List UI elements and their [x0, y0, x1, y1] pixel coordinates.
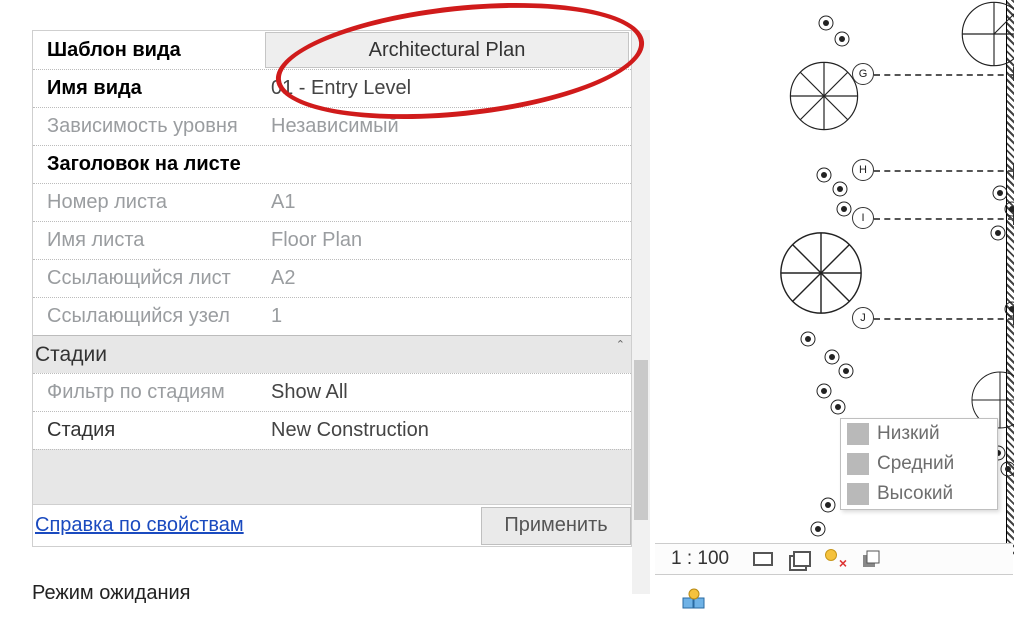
label-phase-filter: Фильтр по стадиям — [33, 381, 263, 404]
shrub-icon — [1004, 200, 1014, 216]
sun-path-off-icon[interactable]: × — [821, 545, 849, 573]
value-dependency: Независимый — [263, 115, 631, 138]
shrub-icon — [1000, 460, 1014, 476]
view-scale[interactable]: 1 : 100 — [655, 548, 745, 570]
label-sheet-name: Имя листа — [33, 229, 263, 252]
row-phase: Стадия New Construction — [33, 411, 631, 449]
row-ref-detail: Ссылающийся узел 1 — [33, 297, 631, 335]
view-control-bar: 1 : 100 × — [655, 543, 1013, 575]
grid-line — [874, 218, 1014, 220]
value-ref-sheet: A2 — [263, 267, 631, 290]
shrub-icon — [992, 184, 1008, 200]
properties-footer: Справка по свойствам Применить — [33, 504, 631, 546]
properties-help-link[interactable]: Справка по свойствам — [33, 514, 244, 537]
value-sheet-name: Floor Plan — [263, 229, 631, 252]
label-title-on-sheet: Заголовок на листе — [33, 153, 263, 176]
tree-icon — [788, 60, 860, 132]
properties-scrollbar[interactable] — [632, 30, 650, 594]
row-sheet-number: Номер листа A1 — [33, 183, 631, 221]
row-phase-filter: Фильтр по стадиям Show All — [33, 373, 631, 411]
grid-bubble[interactable]: I — [852, 207, 874, 229]
swatch-icon — [847, 423, 869, 445]
collapse-icon: ⌃ — [616, 340, 625, 351]
detail-level-coarse[interactable]: Низкий — [841, 419, 997, 449]
value-sheet-number: A1 — [263, 191, 631, 214]
detail-level-popup: Низкий Средний Высокий — [840, 418, 998, 510]
shrub-icon — [838, 362, 854, 378]
worksharing-icon[interactable] — [680, 586, 708, 612]
row-ref-sheet: Ссылающийся лист A2 — [33, 259, 631, 297]
detail-level-fine[interactable]: Высокий — [841, 479, 997, 509]
shrub-icon — [832, 180, 848, 196]
shrub-icon — [820, 496, 836, 512]
detail-level-medium[interactable]: Средний — [841, 449, 997, 479]
apply-button[interactable]: Применить — [481, 507, 631, 545]
detail-level-icon[interactable] — [749, 545, 777, 573]
label-sheet-number: Номер листа — [33, 191, 263, 214]
shrub-icon — [810, 520, 826, 536]
shrub-icon — [836, 200, 852, 216]
properties-panel: Шаблон вида Architectural Plan Имя вида … — [32, 30, 632, 547]
shrub-icon — [990, 224, 1006, 240]
shrub-icon — [830, 398, 846, 414]
shrub-icon — [834, 30, 850, 46]
value-phase[interactable]: New Construction — [263, 419, 631, 442]
opt-label: Низкий — [877, 423, 940, 445]
view-template-button[interactable]: Architectural Plan — [265, 32, 629, 68]
value-ref-detail: 1 — [263, 305, 631, 328]
row-view-template: Шаблон вида Architectural Plan — [33, 31, 631, 69]
label-ref-sheet: Ссылающийся лист — [33, 267, 263, 290]
row-dependency: Зависимость уровня Независимый — [33, 107, 631, 145]
label-view-template: Шаблон вида — [33, 39, 263, 62]
swatch-icon — [847, 483, 869, 505]
group-header-phasing[interactable]: Стадии ⌃ — [33, 335, 631, 373]
shrub-icon — [1004, 300, 1014, 316]
swatch-icon — [847, 453, 869, 475]
shrub-icon — [800, 330, 816, 346]
status-bar: Режим ожидания — [32, 582, 191, 605]
row-view-name: Имя вида 01 - Entry Level — [33, 69, 631, 107]
row-title-on-sheet: Заголовок на листе — [33, 145, 631, 183]
scrollbar-thumb[interactable] — [634, 360, 648, 520]
value-phase-filter[interactable]: Show All — [263, 381, 631, 404]
shrub-icon — [818, 14, 834, 30]
shrub-icon — [816, 382, 832, 398]
opt-label: Высокий — [877, 483, 953, 505]
visual-style-icon[interactable] — [785, 545, 813, 573]
grid-line — [874, 170, 1014, 172]
label-ref-detail: Ссылающийся узел — [33, 305, 263, 328]
label-dependency: Зависимость уровня — [33, 115, 263, 138]
grid-line — [874, 74, 1014, 76]
shadows-icon[interactable] — [857, 545, 885, 573]
properties-spacer — [33, 449, 631, 504]
grid-line — [874, 318, 1014, 320]
row-sheet-name: Имя листа Floor Plan — [33, 221, 631, 259]
tree-icon — [960, 0, 1014, 68]
value-view-name[interactable]: 01 - Entry Level — [263, 77, 631, 100]
grid-bubble[interactable]: J — [852, 307, 874, 329]
shrub-icon — [816, 166, 832, 182]
grid-bubble[interactable]: H — [852, 159, 874, 181]
grid-bubble[interactable]: G — [852, 63, 874, 85]
label-phase: Стадия — [33, 419, 263, 442]
group-header-phasing-label: Стадии — [35, 343, 107, 367]
label-view-name: Имя вида — [33, 77, 263, 100]
opt-label: Средний — [877, 453, 954, 475]
tree-icon — [778, 230, 864, 316]
